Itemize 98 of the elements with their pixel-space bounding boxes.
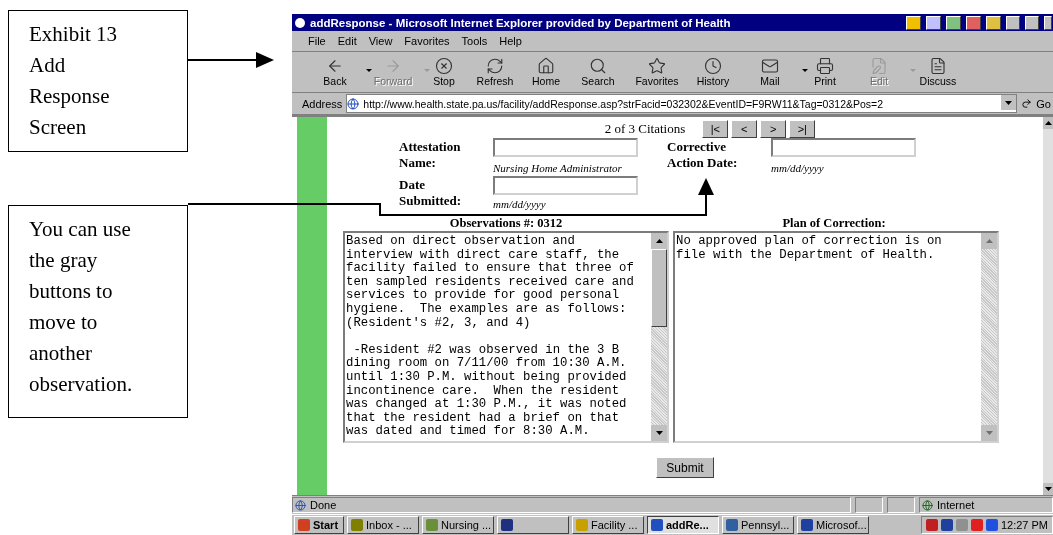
tray-icon[interactable]	[940, 519, 953, 531]
down-arrow-icon	[985, 431, 993, 435]
mail-icon	[761, 57, 779, 75]
restore-button[interactable]	[1025, 15, 1039, 30]
forward-arrow-icon	[384, 57, 402, 75]
scrollbar[interactable]	[1043, 117, 1053, 495]
start-button[interactable]: Start	[294, 516, 344, 534]
page-icon	[295, 499, 306, 511]
menu-item[interactable]: Tools	[461, 35, 488, 47]
app-icon	[926, 15, 941, 30]
app-icon	[906, 15, 921, 30]
menu-item[interactable]: File	[308, 35, 326, 47]
status-text: Done	[310, 499, 337, 511]
window-title: addResponse - Microsoft Internet Explorer provided by Department of Health	[310, 16, 732, 29]
app-icon	[726, 519, 738, 531]
toolbar-button[interactable]: Stop	[422, 57, 466, 87]
app-icon	[501, 519, 513, 531]
edit-icon	[870, 57, 888, 75]
search-icon	[589, 57, 607, 75]
observation-text: Based on direct observation and interview with direct care staff, the facility failed to ensure that three of ten sampled residents received care and services to provide for good personal hygiene. The examples are as follows: (Resident's #2, 3, and 4) -Resident #2 was observed in the 3 B dining room on 7/11/00 from 10:30 A.M. until 1:30 P.M. without being provided incontinence care. When the resident was changed at 1:30 P.M., it was noted that the resident had a brief on that was dated and timed for 8:30 A.M.	[346, 235, 635, 439]
up-arrow-icon	[655, 239, 663, 243]
dropdown-button[interactable]	[1001, 95, 1017, 110]
column-heading: Observations #: 0312	[448, 216, 564, 231]
input-field[interactable]	[493, 138, 638, 157]
input-field[interactable]	[771, 138, 916, 157]
taskbar-button[interactable]	[497, 516, 569, 534]
taskbar-button[interactable]: Nursing ...	[422, 516, 494, 534]
go-button[interactable]: Go	[1036, 97, 1053, 110]
submit-button[interactable]: Submit	[656, 457, 714, 478]
nav-button[interactable]: >	[760, 120, 787, 138]
field-hint: mm/dd/yyyy	[493, 198, 547, 210]
menu-item[interactable]: Help	[499, 35, 522, 47]
zone-text: Internet	[937, 499, 975, 511]
plan-textarea[interactable]: No approved plan of correction is on file with the Department of Health.	[673, 231, 999, 443]
home-icon	[537, 57, 555, 75]
refresh-icon	[486, 57, 504, 75]
go-arrow-icon	[1021, 98, 1033, 109]
tray-icon[interactable]	[970, 519, 983, 531]
toolbar-button[interactable]: Home	[524, 57, 568, 87]
taskbar-button[interactable]: addRe...	[647, 516, 719, 534]
field-hint: mm/dd/yyyy	[771, 162, 825, 174]
toolbar-button[interactable]: Mail	[740, 57, 800, 87]
tray-icon[interactable]	[985, 519, 998, 531]
menu-item[interactable]: Edit	[337, 35, 357, 47]
caret-icon	[1005, 100, 1013, 105]
input-field[interactable]	[493, 176, 638, 195]
toolbar-button[interactable]: Back	[306, 57, 364, 87]
address-field[interactable]: http://www.health.state.pa.us/facility/addResponse.asp?strFacid=032302&EventID=F9RW11&Tag=0312&Pos=2	[346, 94, 1018, 113]
toolbar-button[interactable]: Discuss	[908, 57, 968, 87]
field-hint: Nursing Home Administrator	[493, 162, 623, 174]
app-icon	[426, 519, 438, 531]
taskbar-button[interactable]: Facility ...	[572, 516, 644, 534]
taskbar-button[interactable]: Inbox - ...	[347, 516, 419, 534]
nav-button[interactable]: |<	[702, 120, 729, 138]
address-label: Address	[302, 97, 343, 110]
taskbar-button[interactable]: Microsof...	[797, 516, 869, 534]
menu-item[interactable]: Favorites	[404, 35, 450, 47]
app-icon	[966, 15, 981, 30]
tray-icon[interactable]	[925, 519, 938, 531]
callout-box: You can use the gray buttons to move to another observation.	[8, 205, 188, 418]
page-icon	[347, 97, 360, 110]
toolbar-button[interactable]: History	[686, 57, 740, 87]
nav-button[interactable]: >|	[789, 120, 816, 138]
field-label: Corrective Action Date:	[667, 138, 739, 172]
column-heading: Plan of Correction:	[781, 216, 887, 231]
down-arrow-icon	[1044, 487, 1052, 491]
app-icon	[946, 15, 961, 30]
document-icon	[929, 57, 947, 75]
toolbar-button[interactable]: Print	[800, 57, 850, 87]
up-arrow-icon	[985, 239, 993, 243]
field-label: Date Submitted:	[399, 176, 463, 210]
globe-icon	[922, 499, 933, 511]
browser-icon	[294, 16, 306, 29]
app-icon	[651, 519, 663, 531]
stop-icon	[435, 57, 453, 75]
nav-button[interactable]: <	[731, 120, 758, 138]
scrollbar[interactable]	[651, 233, 667, 441]
callout-box: Exhibit 13 Add Response Screen	[8, 10, 188, 152]
scrollbar[interactable]	[981, 233, 997, 441]
app-icon	[576, 519, 588, 531]
app-icon	[801, 519, 813, 531]
clock-icon	[704, 57, 722, 75]
up-arrow-icon	[1044, 121, 1052, 125]
taskbar-button[interactable]: Pennsyl...	[722, 516, 794, 534]
clock-text: 12:27 PM	[1000, 519, 1048, 531]
printer-icon	[816, 57, 834, 75]
citation-counter: 2 of 3 Citations	[604, 121, 686, 137]
toolbar-button[interactable]: Refresh	[466, 57, 524, 87]
close-button[interactable]	[1044, 15, 1052, 30]
app-icon	[351, 519, 363, 531]
down-arrow-icon	[655, 431, 663, 435]
star-icon	[648, 57, 666, 75]
plan-text: No approved plan of correction is on file with the Department of Health.	[676, 235, 943, 263]
field-label: Attestation Name:	[399, 138, 462, 172]
minimize-button[interactable]	[1006, 15, 1020, 30]
menu-item[interactable]: View	[368, 35, 393, 47]
toolbar-button[interactable]: Favorites	[628, 57, 686, 87]
toolbar-button[interactable]: Search	[568, 57, 628, 87]
